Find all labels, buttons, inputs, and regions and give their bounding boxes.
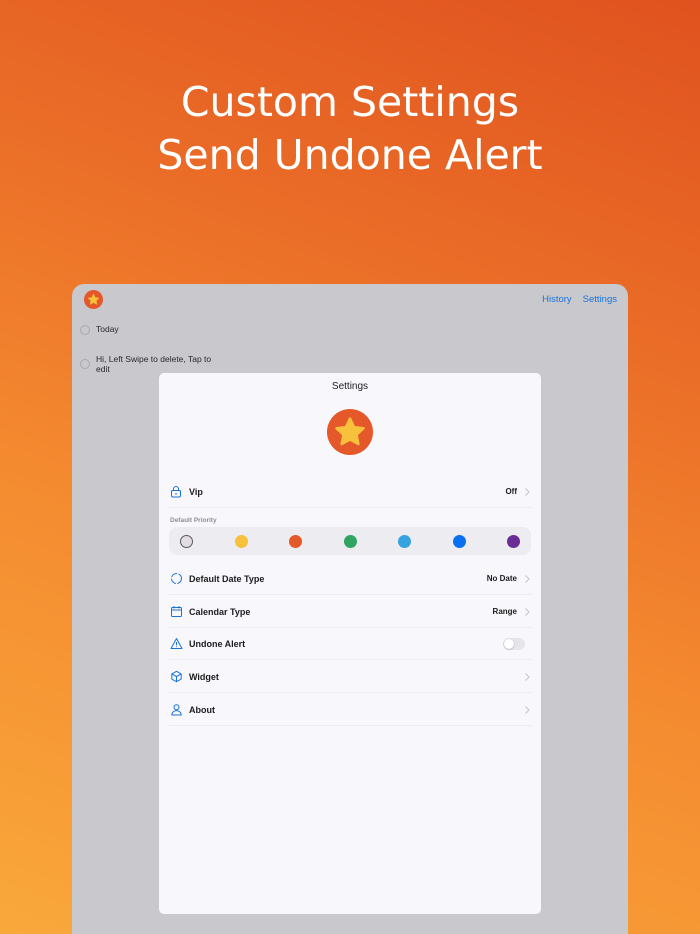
star-icon <box>335 417 365 446</box>
toggle-knob <box>504 638 514 649</box>
list-item-text: Today <box>96 324 119 334</box>
about-label: About <box>189 704 215 715</box>
settings-modal: Settings Vip Off Default Priority Defaul… <box>159 373 541 914</box>
headline-line-2: Send Undone Alert <box>157 131 543 179</box>
chevron-right-icon <box>525 705 530 714</box>
cube-icon <box>169 670 183 684</box>
top-nav: History Settings <box>542 294 617 305</box>
undone-alert-row: Undone Alert <box>169 628 531 660</box>
vip-value: Off <box>505 487 517 496</box>
default-date-type-row[interactable]: Default Date Type No Date <box>169 563 531 595</box>
priority-dot[interactable] <box>289 534 302 548</box>
chevron-right-icon <box>525 672 530 681</box>
app-logo[interactable] <box>84 290 103 309</box>
modal-title: Settings <box>331 381 369 392</box>
chevron-right-icon <box>525 574 530 583</box>
chevron-right-icon <box>525 487 530 496</box>
date-type-icon <box>169 572 183 586</box>
lock-icon <box>169 485 183 499</box>
priority-dot[interactable] <box>180 534 193 548</box>
vip-row[interactable]: Vip Off <box>169 476 531 508</box>
default-priority-label: Default Priority <box>170 517 217 524</box>
undone-alert-label: Undone Alert <box>189 638 246 649</box>
default-date-type-label: Default Date Type <box>189 573 265 584</box>
calendar-type-label: Calendar Type <box>189 606 251 617</box>
about-row[interactable]: About <box>169 694 531 726</box>
list-item[interactable]: Today <box>80 324 119 335</box>
history-link[interactable]: History <box>542 294 572 305</box>
chevron-right-icon <box>525 607 530 616</box>
list-item-text: Hi, Left Swipe to delete, Tap to edit <box>96 354 212 374</box>
calendar-type-row[interactable]: Calendar Type Range <box>169 596 531 628</box>
priority-dot[interactable] <box>507 534 520 548</box>
default-date-type-value: No Date <box>486 574 517 583</box>
checkbox-circle[interactable] <box>80 325 90 335</box>
list-item[interactable]: Hi, Left Swipe to delete, Tap to edit <box>80 354 220 374</box>
app-logo-large <box>327 409 373 455</box>
warning-icon <box>169 637 183 651</box>
promo-headline: Custom Settings Send Undone Alert <box>0 76 700 182</box>
calendar-icon <box>169 605 183 619</box>
priority-selector <box>169 527 531 555</box>
widget-label: Widget <box>189 671 219 682</box>
vip-label: Vip <box>189 486 203 497</box>
priority-dot[interactable] <box>398 534 411 548</box>
calendar-type-value: Range <box>492 607 517 616</box>
headline-line-1: Custom Settings <box>180 78 520 126</box>
person-icon <box>169 703 183 717</box>
settings-link[interactable]: Settings <box>583 294 617 305</box>
widget-row[interactable]: Widget <box>169 661 531 693</box>
star-icon <box>87 293 100 305</box>
checkbox-circle[interactable] <box>80 359 90 369</box>
undone-alert-toggle[interactable] <box>503 637 525 650</box>
priority-dot[interactable] <box>234 534 248 548</box>
priority-dot[interactable] <box>343 534 357 548</box>
priority-dot[interactable] <box>452 534 466 548</box>
